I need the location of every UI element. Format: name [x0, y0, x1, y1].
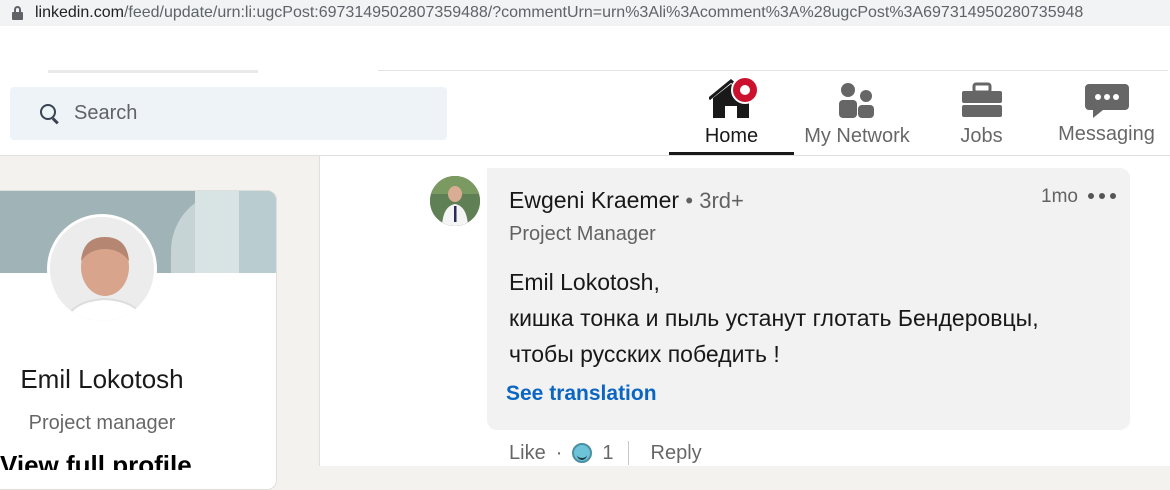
view-profile-link[interactable]: View full profile	[0, 450, 200, 470]
like-button[interactable]: Like	[509, 442, 546, 465]
search-icon	[40, 103, 59, 124]
separator-dot: ·	[555, 441, 563, 464]
nav-my-network[interactable]: My Network	[794, 74, 920, 156]
profile-avatar[interactable]	[47, 214, 157, 324]
chat-icon	[1085, 78, 1133, 122]
profile-name[interactable]: Emil Lokotosh	[0, 364, 204, 395]
briefcase-icon	[960, 78, 1008, 122]
commenter-avatar[interactable]	[430, 176, 480, 226]
connection-degree: • 3rd+	[685, 188, 744, 213]
reaction-count[interactable]: 1	[602, 442, 613, 465]
reply-button[interactable]: Reply	[651, 442, 702, 465]
nav-messaging[interactable]: Messaging	[1043, 74, 1170, 156]
top-navbar: Home My Network Jobs	[0, 74, 1170, 156]
url-domain: linkedin.com	[35, 4, 124, 21]
nav-my-network-label: My Network	[804, 125, 910, 147]
profile-title: Project manager	[28, 412, 176, 434]
notification-badge	[731, 76, 759, 104]
faded-header-strip	[0, 26, 1170, 74]
search-input[interactable]	[72, 101, 432, 126]
search-box[interactable]	[10, 87, 447, 140]
people-icon	[836, 78, 884, 122]
lock-icon	[12, 6, 23, 20]
more-options-icon[interactable]	[1088, 185, 1116, 207]
nav-messaging-label: Messaging	[1058, 123, 1155, 145]
comment-text-line: Emil Lokotosh,	[509, 269, 660, 295]
nav-jobs[interactable]: Jobs	[920, 74, 1043, 156]
comment-timestamp: 1mo	[1041, 186, 1078, 207]
comment-author-headline: Project Manager	[509, 223, 656, 245]
action-divider	[627, 441, 629, 465]
reaction-icon[interactable]	[572, 443, 593, 463]
url-path: /feed/update/urn:li:ugcPost:697314950280…	[123, 4, 1084, 21]
nav-home[interactable]: Home	[669, 74, 794, 155]
comment-author-line: Ewgeni Kraemer • 3rd+	[509, 187, 744, 214]
home-icon	[708, 76, 759, 122]
comment-text-line: чтобы русских победить !	[509, 341, 780, 367]
nav-jobs-label: Jobs	[960, 125, 1003, 147]
comment-text: Emil Lokotosh, кишка тонка и пыль устану…	[509, 264, 1109, 372]
comment-text-line: кишка тонка и пыль устанут глотать Бенде…	[509, 305, 1039, 331]
comment-author-name[interactable]: Ewgeni Kraemer	[509, 187, 679, 213]
nav-home-label: Home	[704, 125, 759, 147]
see-translation-link[interactable]: See translation	[506, 382, 657, 406]
comment-actions: Like · 1 Reply	[509, 440, 702, 466]
browser-address-bar[interactable]: linkedin.com/feed/update/urn:li:ugcPost:…	[0, 0, 1170, 26]
